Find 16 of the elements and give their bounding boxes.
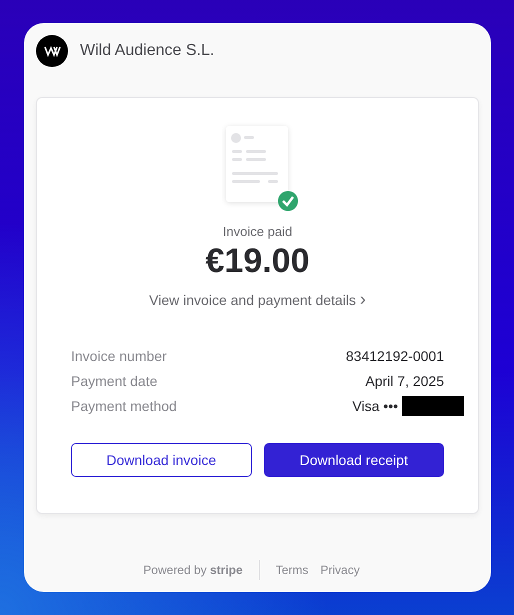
detail-value: April 7, 2025 xyxy=(365,372,444,388)
view-details-link[interactable]: View invoice and payment details › xyxy=(149,289,366,310)
payment-status: Invoice paid xyxy=(222,224,292,239)
powered-by-text: Powered by stripe xyxy=(143,563,243,577)
detail-value: Visa ••• xyxy=(352,398,398,414)
detail-value: 83412192-0001 xyxy=(346,348,444,364)
footer-link[interactable]: Terms xyxy=(276,563,308,577)
detail-label: Payment date xyxy=(71,372,158,388)
footer-link[interactable]: Privacy xyxy=(320,563,360,577)
download-receipt-button[interactable]: Download receipt xyxy=(264,443,444,477)
detail-label: Invoice number xyxy=(71,348,167,364)
merchant-logo-icon xyxy=(36,35,68,67)
detail-label: Payment method xyxy=(71,398,177,414)
download-invoice-button[interactable]: Download invoice xyxy=(71,443,252,477)
merchant-name: Wild Audience S.L. xyxy=(80,42,214,60)
amount-paid: €19.00 xyxy=(206,241,310,281)
